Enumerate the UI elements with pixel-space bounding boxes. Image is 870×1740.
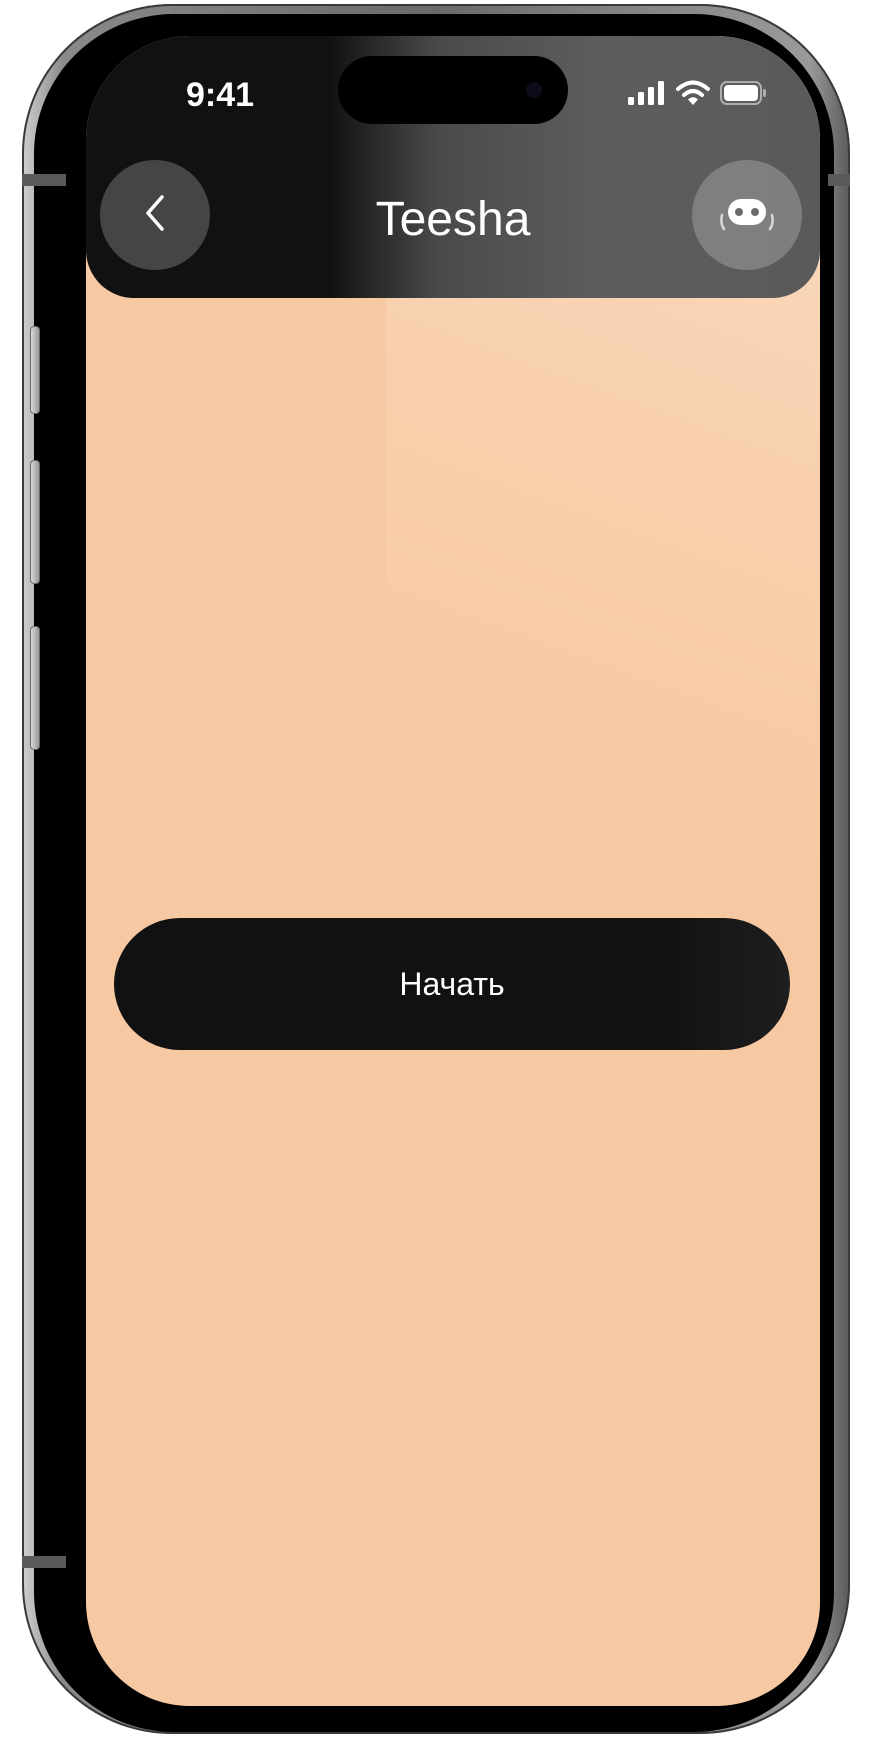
front-camera: [526, 82, 542, 98]
dynamic-island: [338, 56, 568, 124]
cellular-signal-icon: [628, 80, 666, 110]
start-button[interactable]: Начать: [114, 918, 790, 1050]
app-screen: 9:41 Teesha Начать: [86, 36, 820, 1706]
antenna-band-right: [828, 174, 850, 186]
assistant-button[interactable]: [692, 160, 802, 270]
antenna-band-top: [22, 174, 66, 186]
status-time: 9:41: [186, 76, 255, 114]
volume-down-button: [30, 626, 40, 750]
robot-icon: [716, 193, 778, 238]
app-header: 9:41 Teesha: [86, 36, 820, 298]
volume-up-button: [30, 460, 40, 584]
antenna-band-bottom: [22, 1556, 66, 1568]
action-button: [30, 326, 40, 414]
battery-icon: [720, 80, 768, 110]
status-icons: [628, 80, 768, 110]
wifi-icon: [676, 80, 710, 111]
